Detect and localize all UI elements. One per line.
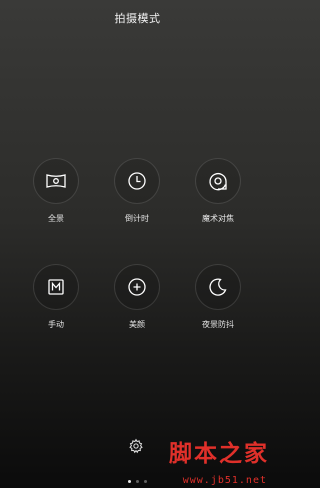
page-title: 拍摄模式 (114, 12, 161, 25)
watermark-url: www.jb51.net (182, 475, 267, 486)
watermark-title: 脚本之家 (169, 440, 269, 467)
mode-manual-button[interactable] (33, 264, 79, 310)
mode-label: 夜景防抖 (202, 320, 234, 329)
mode-beauty[interactable]: 美颜 (102, 264, 172, 330)
mode-beauty-button[interactable] (114, 264, 160, 310)
mode-night-button[interactable] (195, 264, 241, 310)
mode-panorama[interactable]: 全景 (21, 158, 91, 224)
beauty-icon (128, 278, 146, 296)
mode-manual[interactable]: 手动 (21, 264, 91, 330)
mode-timer-button[interactable] (114, 158, 160, 204)
mode-night[interactable]: 夜景防抖 (183, 264, 253, 330)
night-moon-icon (209, 278, 227, 296)
mode-label: 美颜 (129, 320, 145, 329)
magic-focus-icon (209, 173, 227, 191)
manual-m-icon (48, 279, 64, 295)
mode-timer[interactable]: 倒计时 (102, 158, 172, 224)
mode-panorama-button[interactable] (33, 158, 79, 204)
timer-clock-icon (128, 172, 146, 190)
mode-label: 魔术对焦 (202, 214, 234, 223)
mode-magic-focus-button[interactable] (195, 158, 241, 204)
mode-magic-focus[interactable]: 魔术对焦 (183, 158, 253, 224)
mode-label: 全景 (48, 214, 64, 223)
mode-label: 手动 (48, 320, 64, 329)
mode-label: 倒计时 (125, 214, 149, 223)
watermark: 脚本之家 www.jb51.net (131, 434, 271, 486)
panorama-icon (46, 174, 66, 188)
